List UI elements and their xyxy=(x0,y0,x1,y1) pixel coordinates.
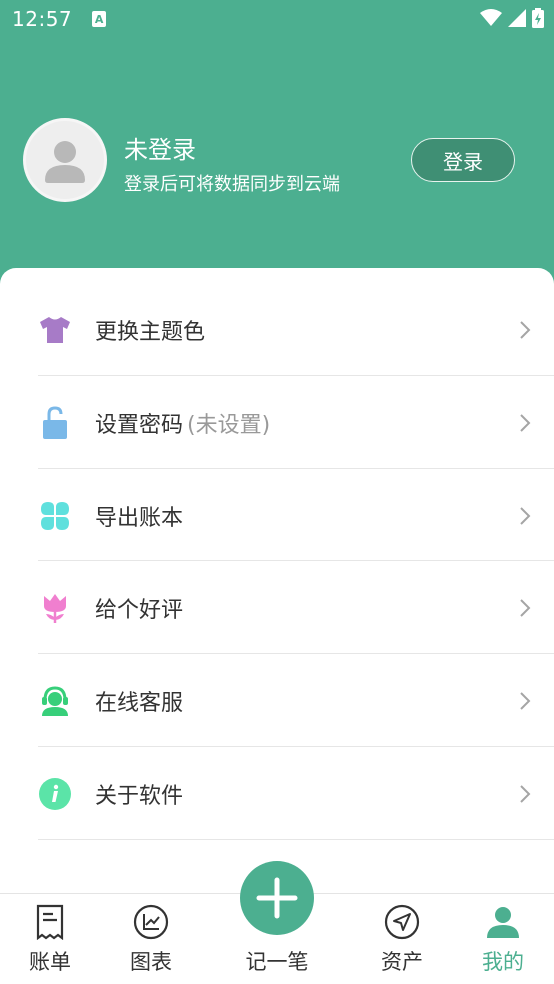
menu-item-theme[interactable]: 更换主题色 xyxy=(0,283,554,376)
menu-item-password[interactable]: 设置密码 (未设置) xyxy=(0,376,554,469)
tab-bills[interactable]: 账单 xyxy=(5,894,95,984)
info-icon xyxy=(38,777,72,811)
chart-icon xyxy=(133,904,169,940)
avatar[interactable] xyxy=(23,118,107,202)
menu-label: 更换主题色 xyxy=(95,319,206,345)
person-icon xyxy=(485,904,521,940)
menu-label: 关于软件 xyxy=(95,783,184,809)
tab-charts[interactable]: 图表 xyxy=(106,894,196,984)
battery-icon xyxy=(532,8,544,28)
notification-icon: A xyxy=(92,11,107,27)
default-avatar-icon xyxy=(45,141,85,183)
chevron-right-icon xyxy=(520,413,531,432)
tab-label: 资产 xyxy=(381,950,423,974)
plus-icon xyxy=(256,877,298,919)
tab-label: 账单 xyxy=(29,950,71,974)
tab-assets[interactable]: 资产 xyxy=(357,894,447,984)
chevron-right-icon xyxy=(520,784,531,803)
menu-item-rate[interactable]: 给个好评 xyxy=(0,561,554,654)
menu-item-about[interactable]: 关于软件 xyxy=(0,747,554,840)
add-record-button[interactable] xyxy=(240,861,314,935)
tab-mine[interactable]: 我的 xyxy=(458,894,548,984)
receipt-icon xyxy=(32,904,68,940)
compass-icon xyxy=(384,904,420,940)
menu-label: 在线客服 xyxy=(95,690,184,716)
menu-label: 设置密码 (未设置) xyxy=(95,412,271,438)
tulip-icon xyxy=(38,591,72,625)
profile-name: 未登录 xyxy=(124,136,196,164)
lock-icon xyxy=(38,405,72,440)
status-time: 12:57 xyxy=(12,7,73,31)
chevron-right-icon xyxy=(520,691,531,710)
tab-label: 我的 xyxy=(482,950,524,974)
menu-item-export[interactable]: 导出账本 xyxy=(0,469,554,562)
clover-icon xyxy=(38,499,72,533)
signal-icon xyxy=(508,9,526,27)
login-button[interactable]: 登录 xyxy=(411,138,515,182)
menu-label: 导出账本 xyxy=(95,505,184,531)
wifi-icon xyxy=(480,9,502,26)
profile-subtitle: 登录后可将数据同步到云端 xyxy=(124,174,340,195)
chevron-right-icon xyxy=(520,320,531,339)
chevron-right-icon xyxy=(520,506,531,525)
status-bar: 12:57 A xyxy=(0,0,554,38)
menu-item-support[interactable]: 在线客服 xyxy=(0,654,554,747)
divider xyxy=(38,839,554,840)
tab-label: 图表 xyxy=(130,950,172,974)
headset-icon xyxy=(38,684,72,718)
menu-label: 给个好评 xyxy=(95,597,184,623)
profile-header: 未登录 登录后可将数据同步到云端 登录 xyxy=(0,100,554,220)
add-record-label[interactable]: 记一笔 xyxy=(222,946,332,976)
tshirt-icon xyxy=(38,313,72,347)
status-icons xyxy=(480,8,544,28)
chevron-right-icon xyxy=(520,598,531,617)
